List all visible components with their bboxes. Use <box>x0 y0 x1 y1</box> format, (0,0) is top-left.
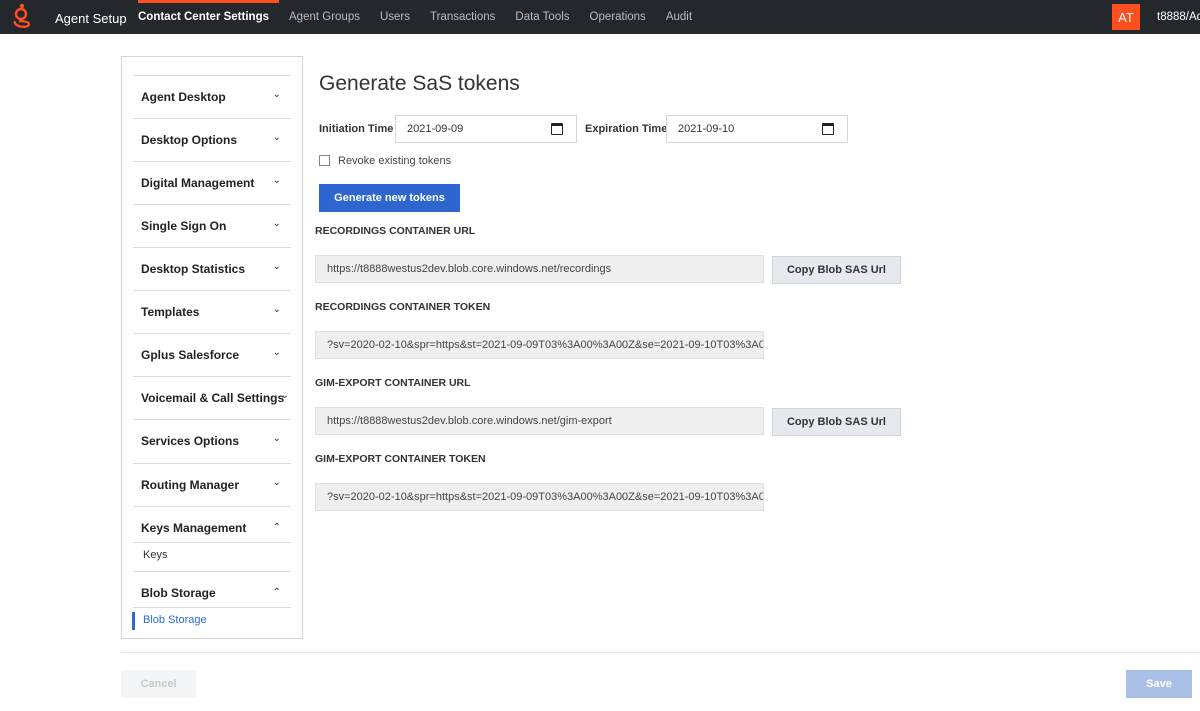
sidebar-item-label: Templates <box>141 305 200 319</box>
gim-export-token-field[interactable]: ?sv=2020-02-10&spr=https&st=2021-09-09T0… <box>315 483 764 511</box>
nav-agent-groups[interactable]: Agent Groups <box>279 0 370 34</box>
chevron-down-icon: ⌄ <box>272 175 281 186</box>
gim-export-token-label: GIM-EXPORT CONTAINER TOKEN <box>315 453 486 465</box>
sidebar-item-agent-desktop[interactable]: Agent Desktop ⌄ <box>133 75 291 118</box>
chevron-up-icon: ⌃ <box>272 522 281 533</box>
chevron-down-icon: ⌄ <box>272 218 281 229</box>
initiation-time-label: Initiation Time <box>319 123 394 135</box>
calendar-icon[interactable] <box>551 123 563 135</box>
sidebar-item-templates[interactable]: Templates ⌄ <box>133 290 291 333</box>
sidebar-subitem-label: Keys <box>143 549 168 561</box>
initiation-time-input[interactable]: 2021-09-09 <box>395 115 577 143</box>
sidebar-item-desktop-options[interactable]: Desktop Options ⌄ <box>133 118 291 161</box>
chevron-down-icon: ⌄ <box>272 89 281 100</box>
sidebar-item-digital-management[interactable]: Digital Management ⌄ <box>133 161 291 204</box>
user-name[interactable]: t8888/Ad <box>1157 11 1200 23</box>
chevron-down-icon: ⌄ <box>272 261 281 272</box>
footer-divider <box>121 652 1200 653</box>
sidebar-item-label: Desktop Statistics <box>141 262 246 276</box>
sidebar-item-desktop-statistics[interactable]: Desktop Statistics ⌄ <box>133 247 291 290</box>
sidebar-item-label: Single Sign On <box>141 219 227 233</box>
sidebar-item-voicemail-call-settings[interactable]: Voicemail & Call Settings ⌄ <box>133 376 291 419</box>
sidebar-item-label: Agent Desktop <box>141 90 226 104</box>
recordings-url-value: https://t8888westus2dev.blob.core.window… <box>327 263 612 275</box>
page-title: Generate SaS tokens <box>319 72 520 95</box>
recordings-url-label: RECORDINGS CONTAINER URL <box>315 225 476 237</box>
chevron-down-icon: ⌄ <box>280 390 289 401</box>
chevron-up-icon: ⌃ <box>272 587 281 598</box>
sidebar-item-single-sign-on[interactable]: Single Sign On ⌄ <box>133 204 291 247</box>
nav-audit[interactable]: Audit <box>656 0 702 34</box>
genesys-logo-icon[interactable] <box>10 3 34 31</box>
expiration-time-label: Expiration Time <box>585 123 668 135</box>
nav-operations[interactable]: Operations <box>580 0 656 34</box>
sidebar-item-label: Services Options <box>141 434 240 448</box>
sidebar-item-gplus-salesforce[interactable]: Gplus Salesforce ⌄ <box>133 333 291 376</box>
app-title[interactable]: Agent Setup <box>55 11 127 26</box>
sidebar-item-label: Desktop Options <box>141 133 238 147</box>
nav-transactions[interactable]: Transactions <box>420 0 505 34</box>
initiation-time-value: 2021-09-09 <box>407 123 464 135</box>
recordings-token-value: ?sv=2020-02-10&spr=https&st=2021-09-09T0… <box>327 339 764 351</box>
recordings-url-field[interactable]: https://t8888westus2dev.blob.core.window… <box>315 255 764 283</box>
copy-recordings-url-button[interactable]: Copy Blob SAS Url <box>772 256 901 284</box>
generate-tokens-button[interactable]: Generate new tokens <box>319 184 460 212</box>
sidebar-subitem-keys[interactable]: Keys <box>133 542 291 568</box>
gim-export-token-value: ?sv=2020-02-10&spr=https&st=2021-09-09T0… <box>327 491 764 503</box>
chevron-down-icon: ⌄ <box>272 433 281 444</box>
sidebar-subitem-blob-storage[interactable]: Blob Storage <box>132 607 291 633</box>
sidebar-subitem-label: Blob Storage <box>143 614 207 626</box>
chevron-down-icon: ⌄ <box>272 477 281 488</box>
sidebar-item-label: Gplus Salesforce <box>141 348 240 362</box>
gim-export-url-field[interactable]: https://t8888westus2dev.blob.core.window… <box>315 407 764 435</box>
nav-data-tools[interactable]: Data Tools <box>505 0 579 34</box>
top-nav-bar: Agent Setup Contact Center Settings Agen… <box>0 0 1200 34</box>
recordings-token-field[interactable]: ?sv=2020-02-10&spr=https&st=2021-09-09T0… <box>315 331 764 359</box>
sidebar-item-label: Voicemail & Call Settings <box>141 391 285 405</box>
gim-export-url-value: https://t8888westus2dev.blob.core.window… <box>327 415 612 427</box>
settings-sidebar: Agent Desktop ⌄ Desktop Options ⌄ Digita… <box>121 56 303 639</box>
user-avatar[interactable]: AT <box>1112 4 1140 30</box>
revoke-tokens-label[interactable]: Revoke existing tokens <box>338 155 451 167</box>
expiration-time-value: 2021-09-10 <box>678 123 735 135</box>
recordings-token-label: RECORDINGS CONTAINER TOKEN <box>315 301 491 313</box>
chevron-down-icon: ⌄ <box>272 304 281 315</box>
nav-users[interactable]: Users <box>370 0 420 34</box>
revoke-tokens-checkbox[interactable] <box>319 155 330 166</box>
chevron-down-icon: ⌄ <box>272 132 281 143</box>
copy-gim-export-url-button[interactable]: Copy Blob SAS Url <box>772 408 901 436</box>
cancel-button[interactable]: Cancel <box>121 670 196 698</box>
sidebar-item-label: Routing Manager <box>141 478 239 492</box>
calendar-icon[interactable] <box>822 123 834 135</box>
expiration-time-input[interactable]: 2021-09-10 <box>666 115 848 143</box>
sidebar-item-label: Digital Management <box>141 176 255 190</box>
save-button[interactable]: Save <box>1126 670 1192 698</box>
gim-export-url-label: GIM-EXPORT CONTAINER URL <box>315 377 471 389</box>
nav-contact-center-settings[interactable]: Contact Center Settings <box>128 0 279 34</box>
sidebar-item-routing-manager[interactable]: Routing Manager ⌄ <box>133 463 291 506</box>
sidebar-item-services-options[interactable]: Services Options ⌄ <box>133 419 291 462</box>
main-nav: Contact Center Settings Agent Groups Use… <box>128 0 702 34</box>
chevron-down-icon: ⌄ <box>272 347 281 358</box>
